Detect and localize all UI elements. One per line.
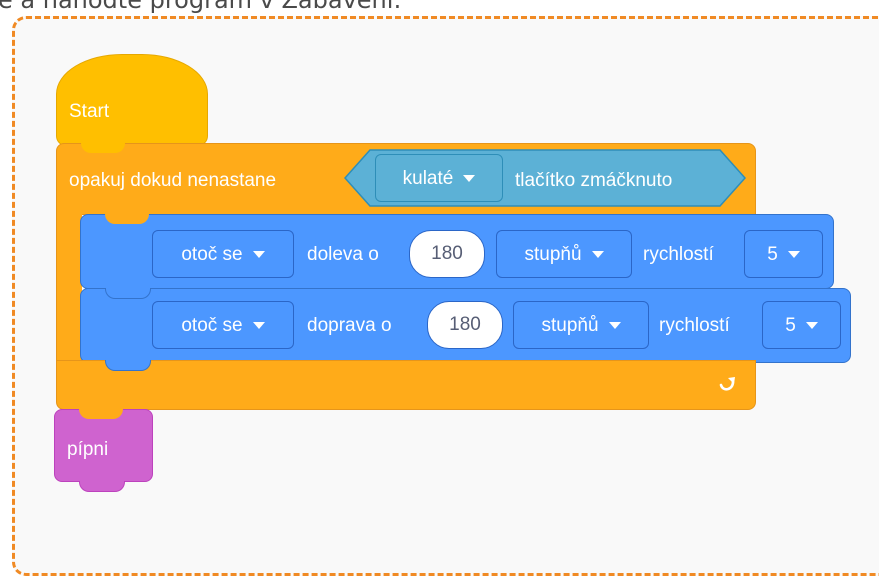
repeat-arrow-icon [719,377,735,391]
turn-mode-dropdown[interactable]: otoč se [152,301,294,349]
speed-value: 5 [767,243,778,265]
button-dropdown[interactable]: kulaté [375,154,503,202]
speed-dropdown[interactable]: 5 [744,230,823,278]
start-block[interactable]: Start [56,54,208,146]
repeat-until-label: opakuj dokud nenastane [69,170,277,191]
connector-notch [79,409,123,419]
turn-mode-value: otoč se [181,243,243,265]
direction-label: doleva o [307,244,379,265]
connector-notch [105,214,149,224]
unit-dropdown[interactable]: stupňů [496,230,632,278]
repeat-until-block[interactable]: opakuj dokud nenastane kulaté tlačítko z… [56,143,756,215]
connector-notch [105,360,151,371]
unit-dropdown[interactable]: stupňů [513,301,649,349]
button-pressed-label: tlačítko zmáčknuto [515,170,673,191]
direction-label: doprava o [307,315,392,336]
beep-label: pípni [67,439,109,460]
instruction-caption: e a nahoďte program v Zabaveni: [0,0,402,14]
beep-block[interactable]: pípni [54,409,153,492]
chevron-down-icon [591,250,604,258]
speed-value: 5 [785,314,796,336]
turn-left-block[interactable]: otoč se doleva o 180 stupňů rychlostí 5 [80,214,834,289]
connector-notch [105,288,151,299]
chevron-down-icon [608,321,621,329]
chevron-down-icon [787,250,800,258]
angle-input[interactable]: 180 [427,301,503,349]
speed-label: rychlostí [659,315,730,336]
chevron-down-icon [252,321,265,329]
button-dropdown-value: kulaté [402,167,454,189]
angle-input[interactable]: 180 [409,230,485,278]
chevron-down-icon [252,250,265,258]
turn-mode-dropdown[interactable]: otoč se [152,230,294,278]
turn-mode-value: otoč se [181,314,243,336]
repeat-until-footer [56,360,756,410]
repeat-until-arm [56,214,82,364]
connector-tab [79,481,125,492]
turn-right-block[interactable]: otoč se doprava o 180 stupňů rychlostí 5 [80,288,851,363]
chevron-down-icon [805,321,818,329]
unit-value: stupňů [541,314,599,336]
speed-dropdown[interactable]: 5 [762,301,841,349]
chevron-down-icon [463,174,476,182]
start-label: Start [69,101,110,122]
speed-label: rychlostí [643,244,714,265]
connector-notch [81,143,125,153]
unit-value: stupňů [524,243,582,265]
